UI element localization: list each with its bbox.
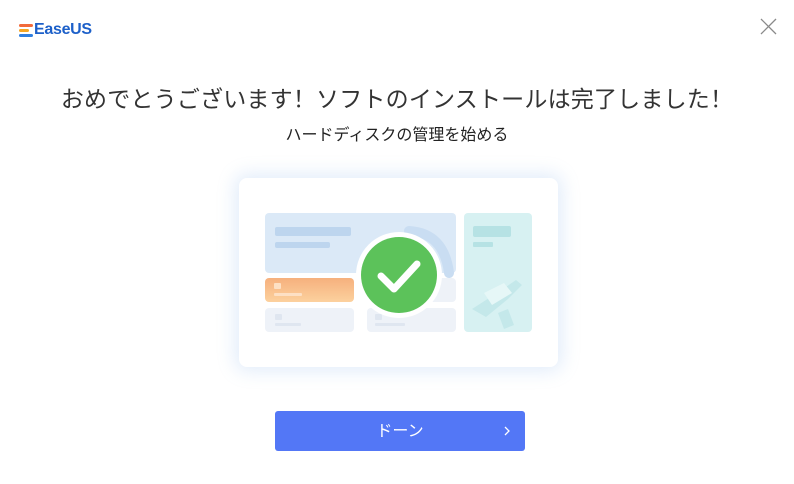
chevron-right-icon	[503, 426, 511, 436]
easeus-logo: EaseUS	[19, 20, 92, 40]
close-icon	[760, 18, 777, 35]
page-title: おめでとうございます！ソフトのインストールは完了しました！	[60, 87, 734, 113]
close-button[interactable]	[756, 14, 782, 40]
illustration-panel	[265, 278, 354, 302]
check-circle-icon	[355, 231, 443, 319]
illustration-panel	[464, 213, 532, 332]
done-button-label: ドーン	[376, 421, 424, 440]
disk-cleanup-icon	[472, 280, 522, 329]
completion-illustration	[239, 178, 558, 367]
logo-mark-icon	[19, 23, 33, 37]
done-button[interactable]: ドーン	[275, 411, 525, 451]
illustration-panel	[265, 308, 354, 332]
page-subtitle: ハードディスクの管理を始める	[285, 125, 509, 144]
brand-name: EaseUS	[34, 21, 92, 38]
